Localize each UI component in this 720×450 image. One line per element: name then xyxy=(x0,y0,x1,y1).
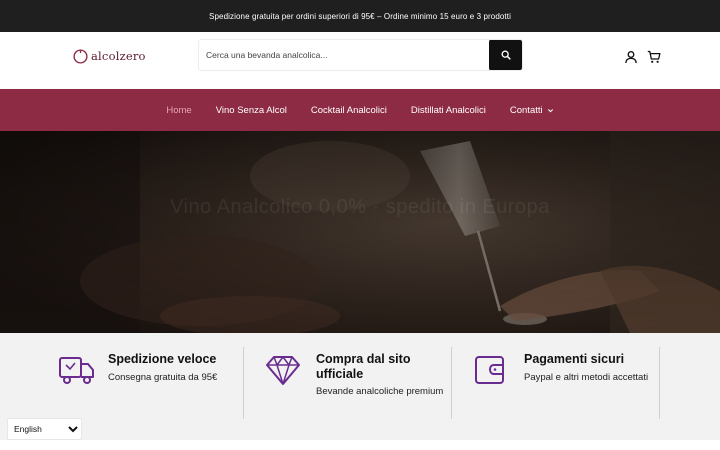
feature-subtitle: Paypal e altri metodi accettati xyxy=(524,372,649,383)
search-bar xyxy=(198,39,523,71)
logo-mark-icon xyxy=(73,48,88,64)
feature-official-site: Compra dal sito ufficiale Bevande analco… xyxy=(244,333,451,440)
divider xyxy=(659,347,660,419)
announcement-text: Spedizione gratuita per ordini superiori… xyxy=(209,11,511,21)
feature-payments: Pagamenti sicuri Paypal e altri metodi a… xyxy=(452,333,659,440)
diamond-icon xyxy=(266,356,300,385)
nav-item-label: Cocktail Analcolici xyxy=(310,104,387,116)
hero-banner: Vino Analcolico 0,0% · spedito in Europa xyxy=(0,131,720,333)
language-select[interactable]: English xyxy=(7,418,82,440)
main-nav: Home Vino Senza Alcol Cocktail Analcolic… xyxy=(0,89,720,131)
user-icon[interactable] xyxy=(624,50,638,64)
feature-subtitle: Consegna gratuita da 95€ xyxy=(108,372,218,383)
site-header: alcolzero xyxy=(0,32,720,89)
wallet-icon xyxy=(475,356,504,384)
truck-icon xyxy=(59,357,94,384)
logo[interactable]: alcolzero xyxy=(72,47,146,65)
announcement-bar: Spedizione gratuita per ordini superiori… xyxy=(0,0,720,32)
nav-item-label: Distillati Analcolici xyxy=(410,104,486,116)
nav-item-distillati-analcolici[interactable]: Distillati Analcolici xyxy=(411,105,486,116)
cart-icon[interactable] xyxy=(647,50,661,64)
chevron-down-icon xyxy=(547,108,553,112)
nav-item-label: Vino Senza Alcol xyxy=(215,104,287,116)
nav-item-vino-senza-alcol[interactable]: Vino Senza Alcol xyxy=(216,105,287,116)
nav-item-label: Home xyxy=(166,104,192,116)
nav-item-cocktail-analcolici[interactable]: Cocktail Analcolici xyxy=(311,105,387,116)
feature-title: Compra dal sito ufficiale xyxy=(316,352,411,381)
nav-item-home[interactable]: Home xyxy=(166,105,191,116)
features-bar: Spedizione veloce Consegna gratuita da 9… xyxy=(0,333,720,440)
feature-subtitle: Bevande analcoliche premium xyxy=(316,386,444,397)
nav-item-contatti[interactable]: Contatti xyxy=(510,105,554,116)
logo-text: alcolzero xyxy=(91,49,146,63)
hero-image xyxy=(0,131,720,333)
search-button[interactable] xyxy=(489,40,522,70)
search-icon xyxy=(501,50,511,60)
feature-title: Pagamenti sicuri xyxy=(524,352,625,366)
nav-item-label: Contatti xyxy=(509,104,543,116)
feature-title: Spedizione veloce xyxy=(108,352,217,366)
hero-title: Vino Analcolico 0,0% · spedito in Europa xyxy=(170,196,550,218)
search-input[interactable] xyxy=(199,40,491,70)
